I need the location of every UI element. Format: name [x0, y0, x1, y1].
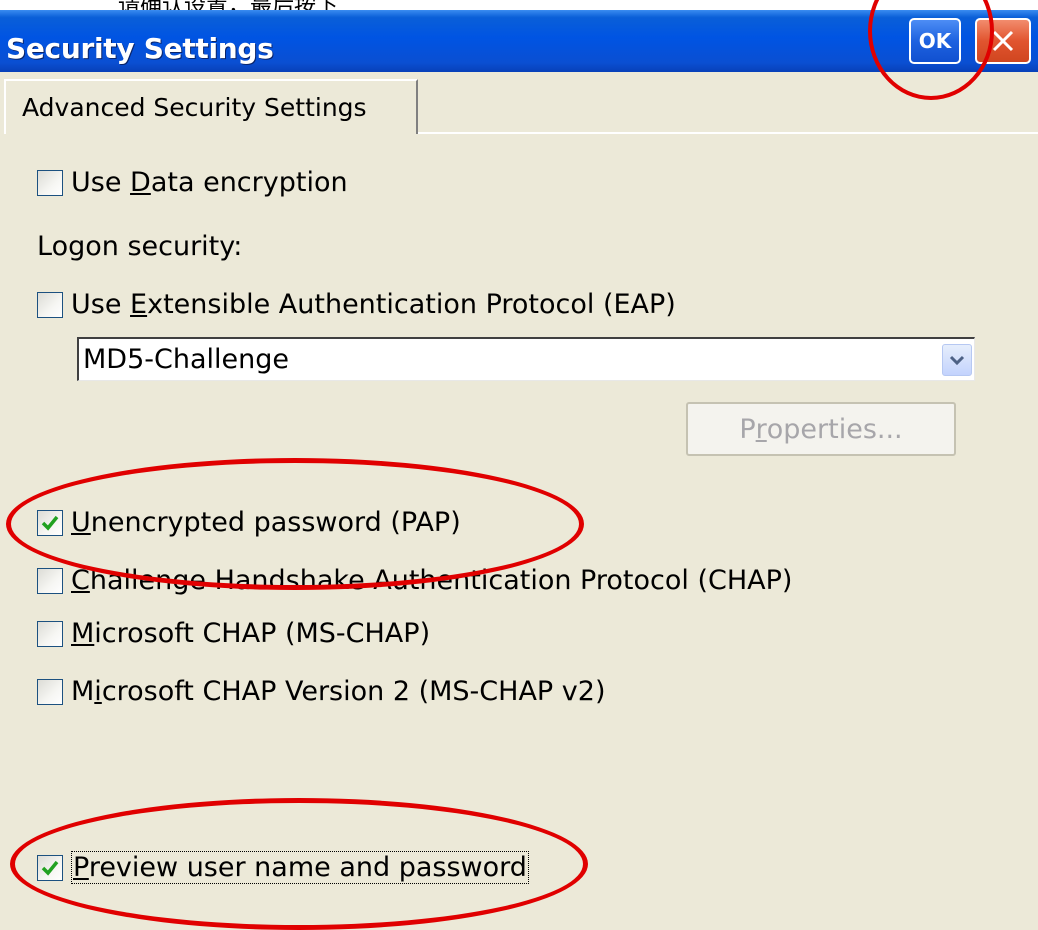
chap-option[interactable]: Challenge Handshake Authentication Proto…: [37, 565, 792, 596]
tab-panel-top-edge: [418, 132, 1038, 134]
close-x-icon: [992, 30, 1014, 52]
preview-option[interactable]: Preview user name and password: [37, 851, 529, 884]
logon-security-label: Logon security:: [37, 231, 243, 262]
chap-checkbox[interactable]: [37, 567, 63, 594]
ms-chap-v2-label: Microsoft CHAP Version 2 (MS-CHAP v2): [71, 676, 606, 707]
tab-label: Advanced Security Settings: [22, 93, 367, 122]
close-button[interactable]: [975, 18, 1031, 64]
eap-label: Use Extensible Authentication Protocol (…: [71, 289, 676, 320]
preview-label: Preview user name and password: [71, 851, 529, 884]
properties-button[interactable]: Pr operties...: [686, 402, 956, 456]
dropdown-button[interactable]: [942, 344, 972, 376]
ms-chap-v2-option[interactable]: Microsoft CHAP Version 2 (MS-CHAP v2): [37, 676, 605, 707]
title-bar: Security Settings: [0, 10, 1038, 72]
pap-option[interactable]: Unencrypted password (PAP): [37, 507, 461, 538]
tab-advanced-security-settings[interactable]: Advanced Security Settings: [4, 79, 418, 134]
pap-label: Unencrypted password (PAP): [71, 507, 461, 538]
data-encryption-checkbox[interactable]: [37, 169, 63, 196]
ok-button[interactable]: OK: [909, 18, 961, 64]
check-icon: [41, 515, 59, 531]
chevron-down-icon: [949, 355, 965, 366]
pap-checkbox[interactable]: [37, 509, 63, 536]
ms-chap-v2-checkbox[interactable]: [37, 678, 63, 705]
eap-method-select[interactable]: MD5-Challenge: [77, 337, 975, 381]
eap-method-value: MD5-Challenge: [83, 344, 289, 375]
data-encryption-option[interactable]: Use Data encryption: [37, 167, 348, 198]
data-encryption-label: Use Data encryption: [71, 167, 348, 198]
eap-checkbox[interactable]: [37, 291, 63, 318]
ms-chap-checkbox[interactable]: [37, 620, 63, 647]
preview-checkbox[interactable]: [37, 854, 63, 881]
check-icon: [41, 860, 59, 876]
chap-label: Challenge Handshake Authentication Proto…: [71, 565, 793, 596]
eap-option[interactable]: Use Extensible Authentication Protocol (…: [37, 289, 676, 320]
window-title: Security Settings: [6, 32, 274, 65]
ms-chap-option[interactable]: Microsoft CHAP (MS-CHAP): [37, 618, 430, 649]
ms-chap-label: Microsoft CHAP (MS-CHAP): [71, 618, 431, 649]
